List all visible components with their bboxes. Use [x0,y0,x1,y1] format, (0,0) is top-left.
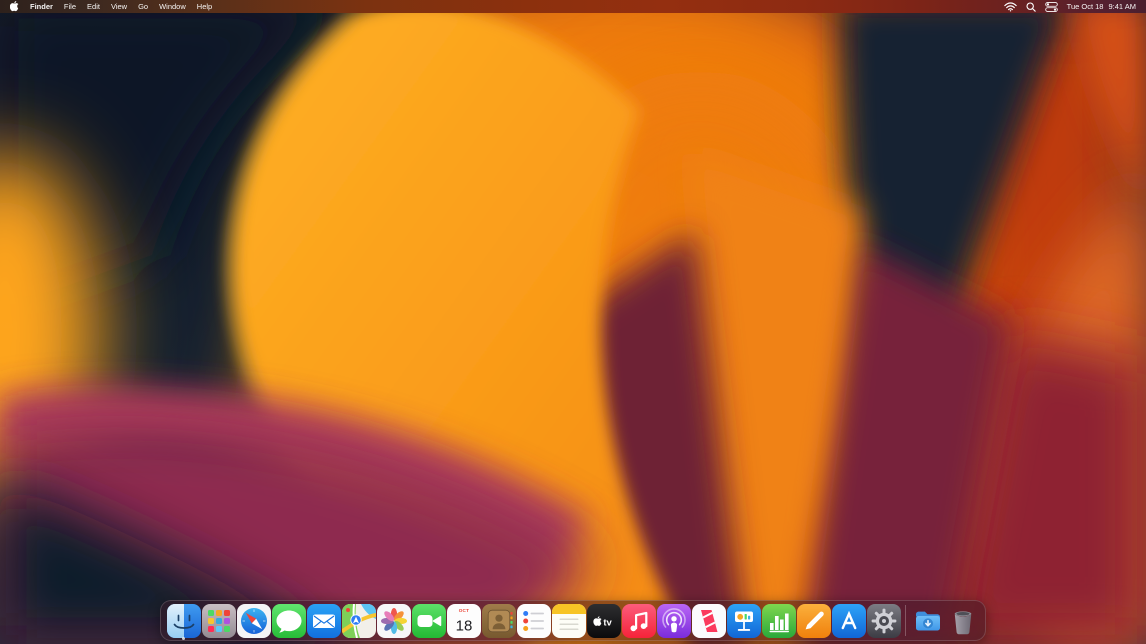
dock-item-facetime[interactable] [411,600,446,641]
menu-file[interactable]: File [64,0,76,13]
system-settings-icon [867,604,901,638]
dock-item-numbers[interactable] [761,600,796,641]
dock-item-news[interactable] [691,600,726,641]
desktop: Finder File Edit View Go Window Help [0,0,1146,644]
app-store-icon [832,604,866,638]
apple-tv-icon: tv [587,604,621,638]
maps-icon [342,604,376,638]
apple-menu[interactable] [10,1,19,12]
finder-running-indicator [182,637,185,640]
downloads-folder-icon [911,604,945,638]
menu-window[interactable]: Window [159,0,186,13]
menu-go[interactable]: Go [138,0,148,13]
numbers-icon [762,604,796,638]
spotlight-search-icon[interactable] [1026,2,1036,12]
safari-icon [237,604,271,638]
menu-finder[interactable]: Finder [30,0,53,13]
podcasts-icon [657,604,691,638]
menu-edit[interactable]: Edit [87,0,100,13]
dock-item-downloads[interactable] [910,600,945,641]
menu-view[interactable]: View [111,0,127,13]
music-icon [622,604,656,638]
news-icon [692,604,726,638]
dock-item-podcasts[interactable] [656,600,691,641]
dock-item-mail[interactable] [306,600,341,641]
control-center-icon[interactable] [1045,2,1058,12]
contacts-icon [482,604,516,638]
dock-item-photos[interactable] [376,600,411,641]
dock-item-finder[interactable] [166,600,201,641]
calendar-month-label: OCT [458,608,469,613]
dock-item-pages[interactable] [796,600,831,641]
wallpaper-image [0,0,1146,644]
facetime-icon [412,604,446,638]
pages-icon [797,604,831,638]
menubar-clock-date: Tue Oct 18 [1067,2,1104,11]
menubar-clock[interactable]: Tue Oct 18 9:41 AM [1067,2,1136,11]
menu-bar: Finder File Edit View Go Window Help [0,0,1146,13]
trash-icon [946,604,980,638]
tv-label: tv [603,617,612,628]
calendar-day-label: 18 [455,617,472,634]
menubar-clock-time: 9:41 AM [1108,2,1136,11]
dock-item-trash[interactable] [945,600,980,641]
photos-icon [377,604,411,638]
dock-item-music[interactable] [621,600,656,641]
finder-icon [167,604,201,638]
reminders-icon [517,604,551,638]
keynote-icon [727,604,761,638]
dock-item-keynote[interactable] [726,600,761,641]
messages-icon [272,604,306,638]
dock-item-messages[interactable] [271,600,306,641]
dock-item-contacts[interactable] [481,600,516,641]
calendar-icon: OCT 18 [447,604,481,638]
dock-item-system-settings[interactable] [866,600,901,641]
notes-icon [552,604,586,638]
launchpad-icon [202,604,236,638]
mail-icon [307,604,341,638]
dock: OCT 18 [160,600,986,641]
dock-divider [905,605,906,636]
dock-item-launchpad[interactable] [201,600,236,641]
dock-item-tv[interactable]: tv [586,600,621,641]
apple-icon [10,1,19,12]
wifi-icon[interactable] [1004,2,1017,12]
dock-item-app-store[interactable] [831,600,866,641]
dock-item-maps[interactable] [341,600,376,641]
menu-help[interactable]: Help [197,0,212,13]
dock-item-safari[interactable] [236,600,271,641]
dock-item-notes[interactable] [551,600,586,641]
dock-item-reminders[interactable] [516,600,551,641]
dock-item-calendar[interactable]: OCT 18 [446,600,481,641]
menu-bar-status: Tue Oct 18 9:41 AM [1004,2,1136,12]
menu-bar-left: Finder File Edit View Go Window Help [10,0,212,13]
